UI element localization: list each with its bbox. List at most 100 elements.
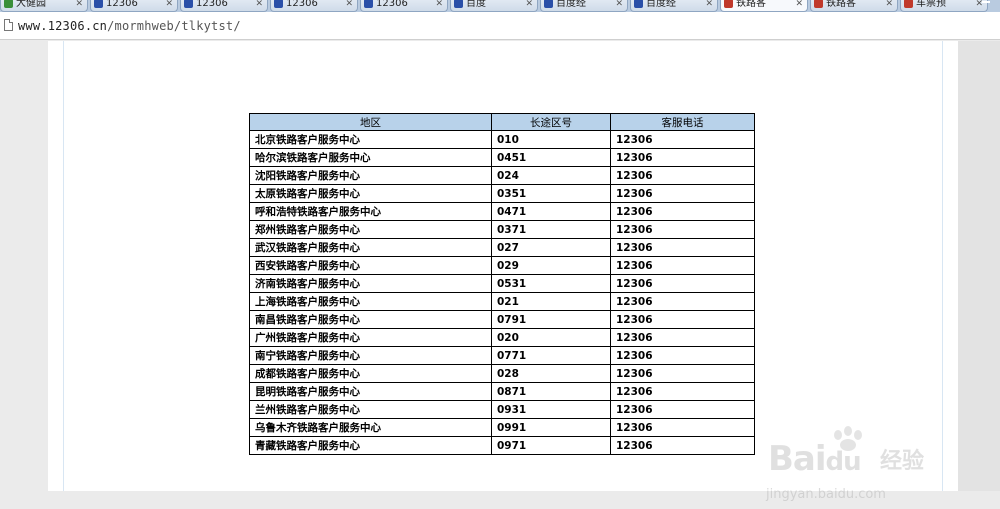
table-row: 太原铁路客户服务中心 0351 12306: [249, 184, 755, 203]
browser-tab[interactable]: 大健园 ✕: [0, 0, 88, 12]
page-viewport: 地区 长途区号 客服电话 北京铁路客户服务中心 010 12306 哈尔滨铁路客户服务…: [0, 41, 1000, 502]
customer-service-table: 地区 长途区号 客服电话 北京铁路客户服务中心 010 12306 哈尔滨铁路客户服务…: [249, 113, 755, 455]
table-header-row: 地区 长途区号 客服电话: [249, 113, 755, 131]
hotline-cell: 12306: [610, 364, 755, 383]
hotline-cell: 12306: [610, 292, 755, 311]
region-cell: 乌鲁木齐铁路客户服务中心: [249, 418, 492, 437]
table-row: 哈尔滨铁路客户服务中心 0451 12306: [249, 148, 755, 167]
tab-label: 12306: [106, 0, 138, 9]
tab-label: 12306: [196, 0, 228, 9]
tab-close-icon[interactable]: ✕: [795, 0, 803, 11]
tab-favicon-icon: [454, 0, 463, 8]
region-cell: 沈阳铁路客户服务中心: [249, 166, 492, 185]
hotline-cell: 12306: [610, 148, 755, 167]
table-row: 郑州铁路客户服务中心 0371 12306: [249, 220, 755, 239]
tab-favicon-icon: [364, 0, 373, 8]
browser-tab[interactable]: 12306 ✕: [180, 0, 268, 12]
area-code-cell: 021: [491, 292, 611, 311]
tab-close-icon[interactable]: ✕: [165, 0, 173, 11]
region-cell: 成都铁路客户服务中心: [249, 364, 492, 383]
page-scrollbar[interactable]: [958, 41, 1000, 491]
url-host: www.12306.cn: [18, 19, 108, 33]
tab-strip: 车票预 ✕ 铁路客 ✕ 铁路客 ✕ 百度经 ✕ 百度经 ✕ 百度 ✕ 12306 ✕ 12306 ✕ 12306…: [0, 0, 1000, 12]
table-row: 昆明铁路客户服务中心 0871 12306: [249, 382, 755, 401]
table-row: 济南铁路客户服务中心 0531 12306: [249, 274, 755, 293]
url-text[interactable]: www.12306.cn/mormhweb/tlkytst/: [18, 19, 241, 33]
tab-close-icon[interactable]: ✕: [75, 0, 83, 11]
region-cell: 太原铁路客户服务中心: [249, 184, 492, 203]
tab-label: 车票预: [916, 0, 946, 9]
browser-tab[interactable]: 车票预 ✕: [900, 0, 988, 12]
browser-tab[interactable]: 12306 ✕: [270, 0, 358, 12]
region-cell: 北京铁路客户服务中心: [249, 130, 492, 149]
page-icon: [4, 19, 13, 31]
browser-tab[interactable]: 铁路客 ✕: [720, 0, 808, 12]
tab-favicon-icon: [634, 0, 643, 8]
table-row: 呼和浩特铁路客户服务中心 0471 12306: [249, 202, 755, 221]
hotline-cell: 12306: [610, 274, 755, 293]
tab-favicon-icon: [94, 0, 103, 8]
hotline-cell: 12306: [610, 418, 755, 437]
browser-tab[interactable]: 12306 ✕: [360, 0, 448, 12]
hotline-cell: 12306: [610, 346, 755, 365]
column-header-area-code: 长途区号: [491, 113, 611, 131]
area-code-cell: 0471: [491, 202, 611, 221]
tab-close-icon[interactable]: ✕: [705, 0, 713, 11]
tab-close-icon[interactable]: ✕: [885, 0, 893, 11]
hotline-cell: 12306: [610, 256, 755, 275]
region-cell: 济南铁路客户服务中心: [249, 274, 492, 293]
tab-favicon-icon: [904, 0, 913, 8]
area-code-cell: 010: [491, 130, 611, 149]
region-cell: 南昌铁路客户服务中心: [249, 310, 492, 329]
tab-close-icon[interactable]: ✕: [345, 0, 353, 11]
region-cell: 呼和浩特铁路客户服务中心: [249, 202, 492, 221]
tab-favicon-icon: [724, 0, 733, 8]
table-row: 兰州铁路客户服务中心 0931 12306: [249, 400, 755, 419]
area-code-cell: 0931: [491, 400, 611, 419]
area-code-cell: 0991: [491, 418, 611, 437]
address-bar[interactable]: www.12306.cn/mormhweb/tlkytst/: [0, 12, 1000, 40]
region-cell: 上海铁路客户服务中心: [249, 292, 492, 311]
area-code-cell: 0971: [491, 436, 611, 455]
column-header-hotline: 客服电话: [610, 113, 755, 131]
region-cell: 青藏铁路客户服务中心: [249, 436, 492, 455]
browser-tab[interactable]: 12306 ✕: [90, 0, 178, 12]
browser-tab[interactable]: 铁路客 ✕: [810, 0, 898, 12]
area-code-cell: 028: [491, 364, 611, 383]
table-row: 广州铁路客户服务中心 020 12306: [249, 328, 755, 347]
area-code-cell: 0351: [491, 184, 611, 203]
area-code-cell: 020: [491, 328, 611, 347]
tab-label: 铁路客: [736, 0, 766, 9]
region-cell: 兰州铁路客户服务中心: [249, 400, 492, 419]
tab-favicon-icon: [4, 0, 13, 8]
tab-favicon-icon: [184, 0, 193, 8]
table-row: 南昌铁路客户服务中心 0791 12306: [249, 310, 755, 329]
table-row: 沈阳铁路客户服务中心 024 12306: [249, 166, 755, 185]
table-row: 乌鲁木齐铁路客户服务中心 0991 12306: [249, 418, 755, 437]
hotline-cell: 12306: [610, 328, 755, 347]
table-row: 青藏铁路客户服务中心 0971 12306: [249, 436, 755, 455]
area-code-cell: 0871: [491, 382, 611, 401]
tab-close-icon[interactable]: ✕: [615, 0, 623, 11]
tab-favicon-icon: [544, 0, 553, 8]
hotline-cell: 12306: [610, 202, 755, 221]
region-cell: 南宁铁路客户服务中心: [249, 346, 492, 365]
browser-tab[interactable]: 百度经 ✕: [630, 0, 718, 12]
browser-tab[interactable]: 百度 ✕: [450, 0, 538, 12]
area-code-cell: 0531: [491, 274, 611, 293]
tab-favicon-icon: [814, 0, 823, 8]
table-row: 南宁铁路客户服务中心 0771 12306: [249, 346, 755, 365]
tab-label: 12306: [286, 0, 318, 9]
hotline-cell: 12306: [610, 400, 755, 419]
tab-close-icon[interactable]: ✕: [255, 0, 263, 11]
hotline-cell: 12306: [610, 184, 755, 203]
tab-close-icon[interactable]: ✕: [435, 0, 443, 11]
hotline-cell: 12306: [610, 238, 755, 257]
hotline-cell: 12306: [610, 130, 755, 149]
tab-close-icon[interactable]: ✕: [525, 0, 533, 11]
window-minimize-icon[interactable]: [982, 1, 990, 3]
browser-tab[interactable]: 百度经 ✕: [540, 0, 628, 12]
area-code-cell: 0771: [491, 346, 611, 365]
region-cell: 西安铁路客户服务中心: [249, 256, 492, 275]
table-row: 西安铁路客户服务中心 029 12306: [249, 256, 755, 275]
